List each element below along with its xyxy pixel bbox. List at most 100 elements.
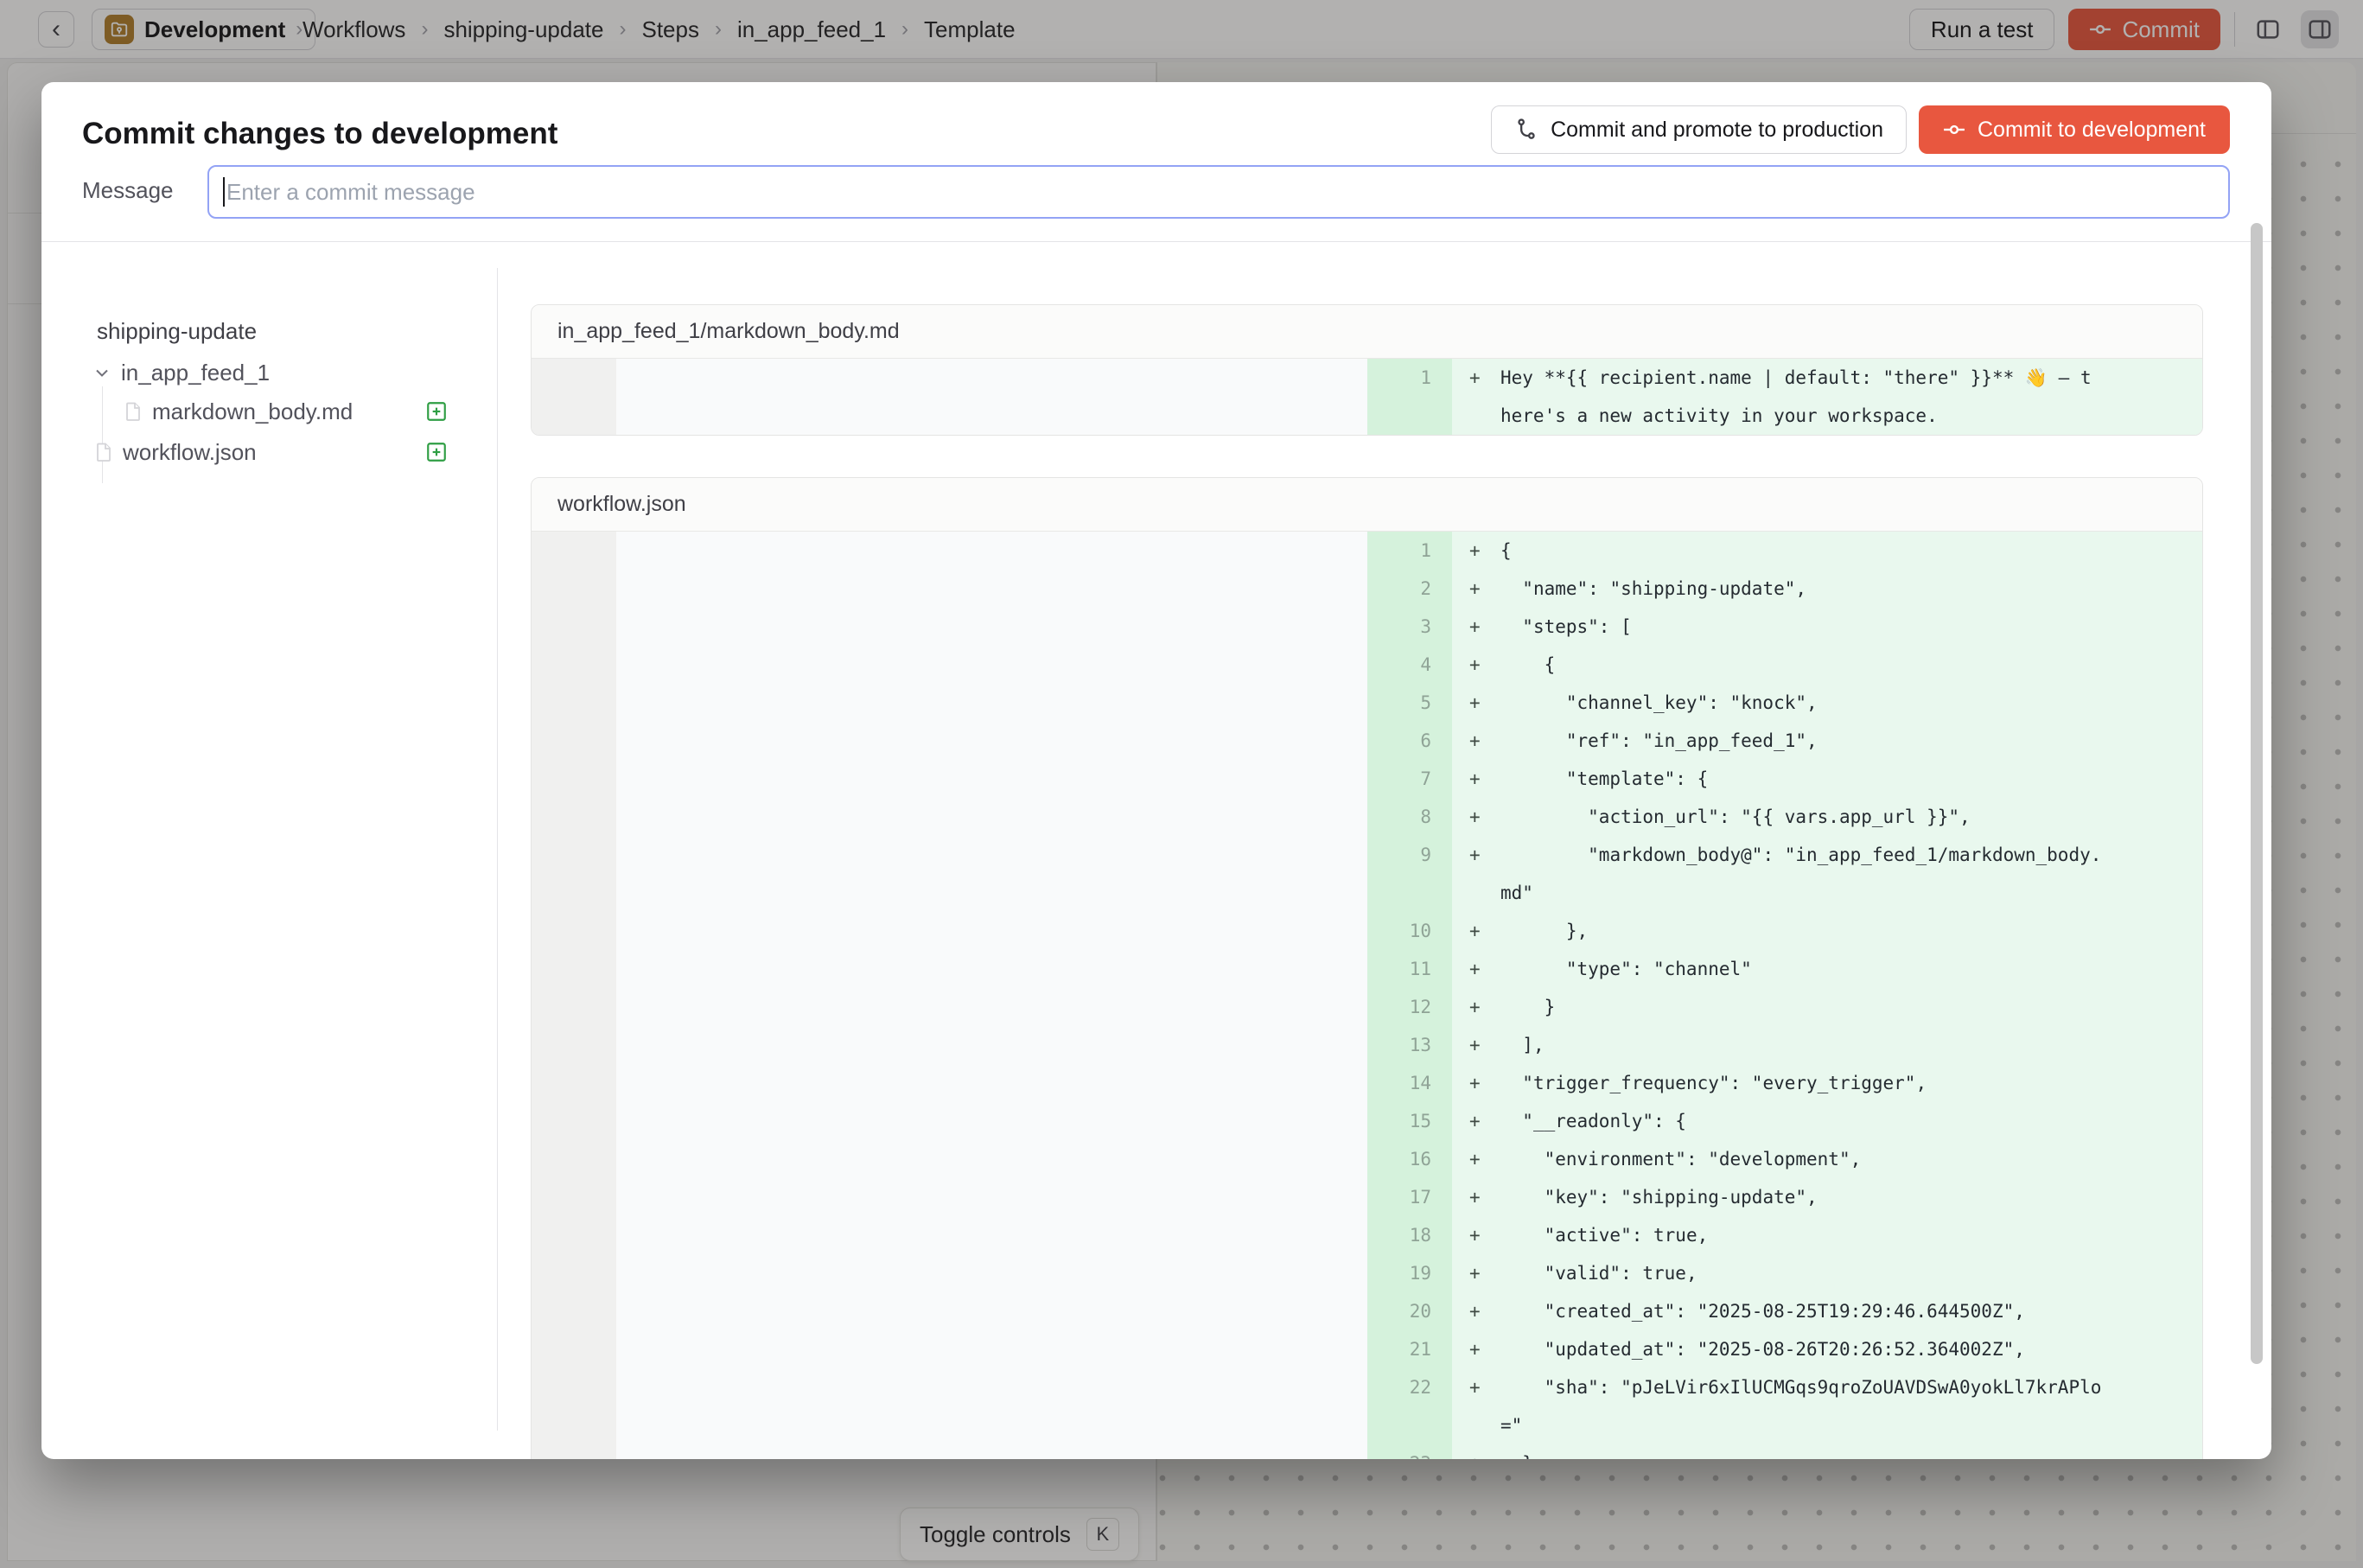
commit-message-input[interactable] [207,165,2230,219]
tree-folder-in-app-feed[interactable]: in_app_feed_1 [92,354,270,391]
diff-add-marker: + [1452,1444,1500,1459]
diff-line-number: 3 [1367,608,1452,646]
diff-new-side: 10+ }, [1367,912,2202,950]
diff-add-marker: + [1452,1064,1500,1102]
diff-old-content [616,359,1367,435]
diff-add-marker: + [1452,760,1500,798]
modal-scrollbar-thumb[interactable] [2251,223,2263,1364]
tree-file-label: workflow.json [123,439,257,466]
diff-body: 1+{2+ "name": "shipping-update",3+ "step… [532,532,2202,1459]
dialog-actions: Commit and promote to production Commit … [1491,105,2230,154]
diff-add-marker: + [1452,646,1500,684]
diff-add-marker: + [1452,1026,1500,1064]
diff-code-text: Hey **{{ recipient.name | default: "ther… [1500,359,2102,435]
diff-old-content [616,608,1367,646]
diff-old-gutter [532,646,616,684]
tree-file-markdown-body[interactable]: markdown_body.md [123,393,353,430]
diff-code-text: { [1500,646,2102,684]
diff-old-gutter [532,1254,616,1292]
diff-row: 2+ "name": "shipping-update", [532,570,2202,608]
diff-old-content [616,1216,1367,1254]
diff-line-number: 1 [1367,532,1452,570]
diff-new-side: 2+ "name": "shipping-update", [1367,570,2202,608]
diff-add-marker: + [1452,570,1500,608]
diff-old-content [616,1254,1367,1292]
diff-add-marker: + [1452,1330,1500,1368]
diff-line-number: 15 [1367,1102,1452,1140]
commit-and-promote-button[interactable]: Commit and promote to production [1491,105,1907,154]
diff-new-side: 22+ "sha": "pJeLVir6xIlUCMGqs9qroZoUAVDS… [1367,1368,2202,1444]
diff-card-markdown-body: in_app_feed_1/markdown_body.md 1+Hey **{… [531,304,2203,436]
diff-old-content [616,760,1367,798]
diff-row: 10+ }, [532,912,2202,950]
diff-code-text: "markdown_body@": "in_app_feed_1/markdow… [1500,836,2102,912]
diff-new-side: 11+ "type": "channel" [1367,950,2202,988]
diff-add-marker: + [1452,359,1500,435]
diff-add-marker: + [1452,798,1500,836]
added-file-badge[interactable] [425,400,448,423]
diff-old-content [616,1292,1367,1330]
diff-line-number: 6 [1367,722,1452,760]
text-caret [223,177,225,207]
diff-line-number: 16 [1367,1140,1452,1178]
diff-new-side: 23+ } [1367,1444,2202,1459]
diff-row: 1+{ [532,532,2202,570]
diff-code-text: "action_url": "{{ vars.app_url }}", [1500,798,2102,836]
diff-add-marker: + [1452,608,1500,646]
diff-row: 6+ "ref": "in_app_feed_1", [532,722,2202,760]
diff-row: 13+ ], [532,1026,2202,1064]
diff-old-gutter [532,950,616,988]
diff-row: 17+ "key": "shipping-update", [532,1178,2202,1216]
diff-line-number: 8 [1367,798,1452,836]
diff-old-gutter [532,1368,616,1444]
diff-new-side: 9+ "markdown_body@": "in_app_feed_1/mark… [1367,836,2202,912]
diff-add-marker: + [1452,1102,1500,1140]
diff-add-marker: + [1452,950,1500,988]
diff-old-content [616,1102,1367,1140]
diff-old-content [616,798,1367,836]
diff-line-number: 1 [1367,359,1452,435]
diff-old-gutter [532,684,616,722]
diff-old-gutter [532,722,616,760]
diff-code-text: "updated_at": "2025-08-26T20:26:52.36400… [1500,1330,2102,1368]
diff-add-marker: + [1452,722,1500,760]
diff-old-content [616,912,1367,950]
diff-row: 3+ "steps": [ [532,608,2202,646]
diff-old-content [616,836,1367,912]
file-icon [123,401,143,422]
diff-old-gutter [532,1026,616,1064]
diff-row: 7+ "template": { [532,760,2202,798]
diff-add-marker: + [1452,1178,1500,1216]
diff-old-gutter [532,988,616,1026]
diff-old-gutter [532,1216,616,1254]
diff-row: 8+ "action_url": "{{ vars.app_url }}", [532,798,2202,836]
diff-line-number: 23 [1367,1444,1452,1459]
diff-row: 16+ "environment": "development", [532,1140,2202,1178]
tree-file-label: markdown_body.md [152,398,353,425]
diff-new-side: 20+ "created_at": "2025-08-25T19:29:46.6… [1367,1292,2202,1330]
diff-code-text: } [1500,988,2102,1026]
diff-old-gutter [532,1178,616,1216]
diff-code-text: "valid": true, [1500,1254,2102,1292]
added-file-badge[interactable] [425,441,448,463]
diff-line-number: 13 [1367,1026,1452,1064]
diff-row: 15+ "__readonly": { [532,1102,2202,1140]
diff-new-side: 6+ "ref": "in_app_feed_1", [1367,722,2202,760]
diff-file-header: in_app_feed_1/markdown_body.md [532,305,2202,359]
diff-code-text: "template": { [1500,760,2102,798]
diff-new-side: 12+ } [1367,988,2202,1026]
diff-row: 1+Hey **{{ recipient.name | default: "th… [532,359,2202,435]
tree-folder-label: in_app_feed_1 [121,360,270,386]
commit-to-development-button[interactable]: Commit to development [1919,105,2230,154]
diff-row: 19+ "valid": true, [532,1254,2202,1292]
diff-old-gutter [532,359,616,435]
diff-new-side: 3+ "steps": [ [1367,608,2202,646]
diff-code-text: "__readonly": { [1500,1102,2102,1140]
diff-old-gutter [532,836,616,912]
diff-old-content [616,1444,1367,1459]
diff-line-number: 5 [1367,684,1452,722]
diff-old-gutter [532,1102,616,1140]
diff-code-text: }, [1500,912,2102,950]
tree-file-workflow-json[interactable]: workflow.json [93,434,257,470]
diff-old-content [616,570,1367,608]
